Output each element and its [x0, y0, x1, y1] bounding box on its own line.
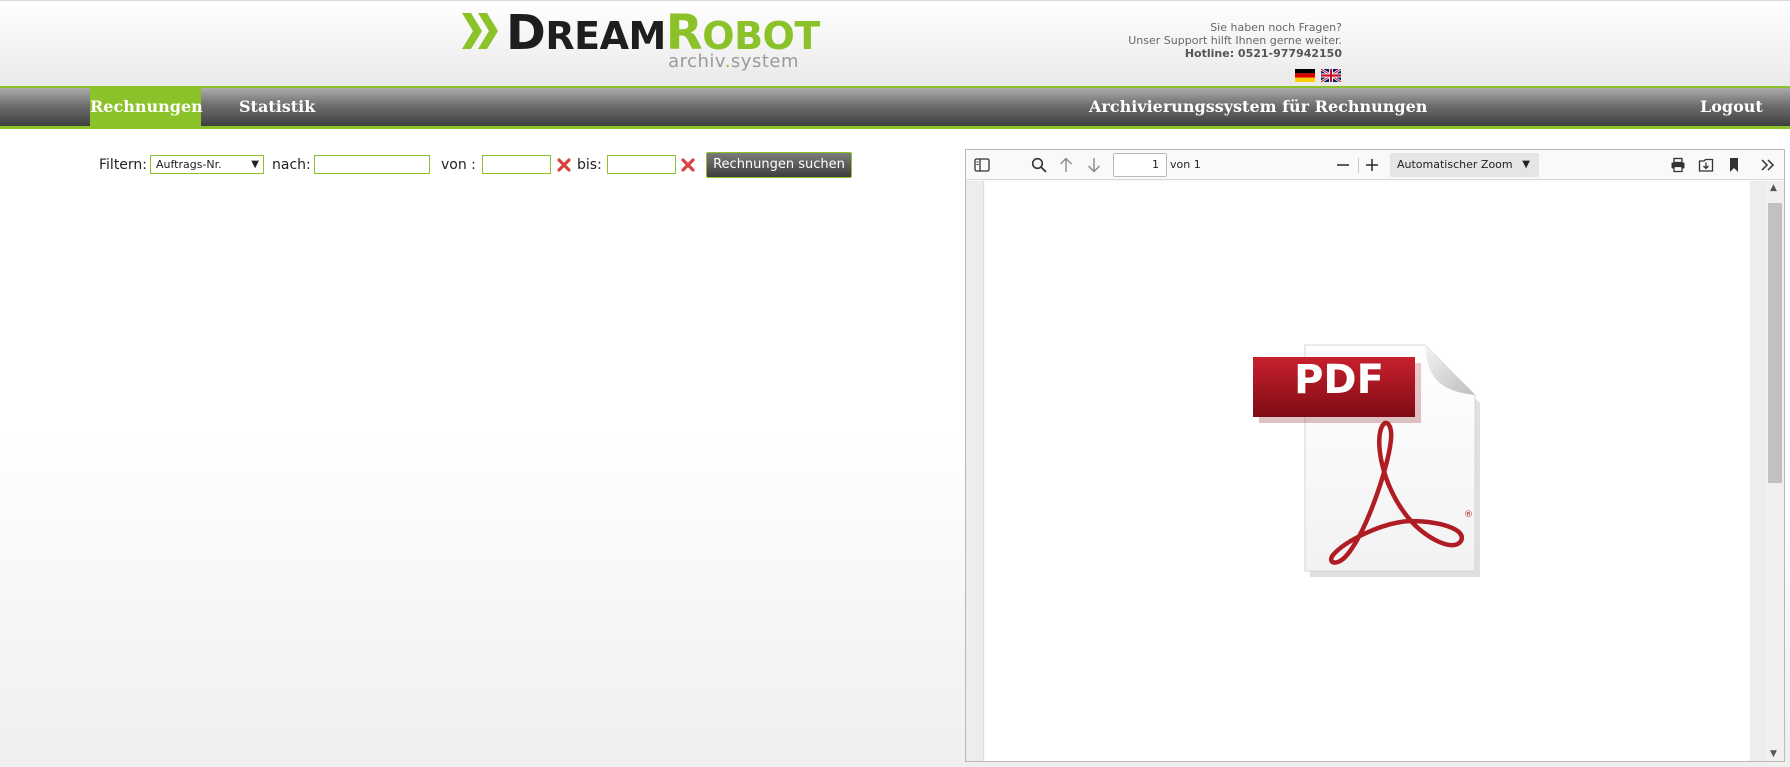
download-icon[interactable]: [1695, 154, 1717, 176]
chevron-down-icon: ▼: [1522, 159, 1530, 170]
print-icon[interactable]: [1667, 154, 1689, 176]
support-hotline: Hotline: 0521-977942150: [1184, 47, 1342, 60]
nav-item-statistik[interactable]: Statistik: [239, 88, 315, 126]
chevron-down-icon: ▼: [251, 159, 259, 170]
pdf-page: ® PDF: [985, 181, 1750, 761]
dreamrobot-logo[interactable]: DREAMROBOT archiv.system: [462, 9, 820, 75]
uk-flag-icon[interactable]: [1321, 69, 1341, 82]
clear-bis-icon[interactable]: [680, 157, 696, 173]
search-icon[interactable]: [1028, 154, 1050, 176]
von-label: von :: [441, 157, 476, 173]
filter-select[interactable]: Auftrags-Nr. ▼: [150, 155, 264, 174]
language-switcher: [1295, 69, 1341, 82]
nach-input[interactable]: [314, 155, 430, 174]
von-date-input[interactable]: [482, 155, 551, 174]
page-count: von 1: [1170, 158, 1201, 171]
support-help: Unser Support hilft Ihnen gerne weiter.: [1128, 34, 1342, 47]
scroll-up-icon[interactable]: ▲: [1770, 183, 1777, 193]
support-question: Sie haben noch Fragen?: [1210, 21, 1342, 34]
logo-subtitle: archiv.system: [668, 51, 799, 72]
nav-app-title: Archivierungssystem für Rechnungen: [1089, 97, 1428, 116]
zoom-select[interactable]: Automatischer Zoom ▼: [1390, 153, 1539, 177]
scrollbar-thumb[interactable]: [1768, 203, 1782, 483]
zoom-in-icon[interactable]: [1361, 154, 1383, 176]
next-page-icon[interactable]: [1083, 154, 1105, 176]
previous-page-icon[interactable]: [1055, 154, 1077, 176]
viewer-right-gutter: [1750, 181, 1766, 761]
scroll-down-icon[interactable]: ▼: [1770, 749, 1777, 759]
toolbar-separator: [1358, 158, 1359, 173]
zoom-select-value: Automatischer Zoom: [1397, 158, 1513, 171]
support-info: Sie haben noch Fragen? Unser Support hil…: [1128, 21, 1342, 60]
viewer-scrollbar[interactable]: ▲ ▼: [1766, 181, 1784, 761]
german-flag-icon[interactable]: [1295, 69, 1315, 82]
filter-select-value: Auftrags-Nr.: [156, 158, 222, 171]
header: DREAMROBOT archiv.system Sie haben noch …: [0, 0, 1790, 88]
pdf-toolbar: 1 von 1 Automatischer Zoom ▼: [966, 150, 1784, 180]
pdf-label: PDF: [1294, 357, 1384, 403]
filter-label: Filtern:: [99, 157, 148, 173]
more-tools-icon[interactable]: [1757, 154, 1779, 176]
zoom-out-icon[interactable]: [1332, 154, 1354, 176]
page-number-input[interactable]: 1: [1113, 153, 1167, 177]
search-invoices-button[interactable]: Rechnungen suchen: [706, 152, 852, 178]
nav-item-rechnungen[interactable]: Rechnungen: [90, 88, 203, 126]
clear-von-icon[interactable]: [556, 157, 572, 173]
main-navigation: Rechnungen Statistik Archivierungssystem…: [0, 86, 1790, 129]
bis-label: bis:: [577, 157, 602, 173]
chevron-logo-icon: [462, 13, 498, 49]
logout-link[interactable]: Logout: [1700, 88, 1763, 126]
viewer-left-gutter: [966, 181, 984, 761]
sidebar-toggle-icon[interactable]: [971, 154, 993, 176]
pdf-viewer: 1 von 1 Automatischer Zoom ▼ ® PDF ▲ ▼: [965, 149, 1785, 762]
bis-date-input[interactable]: [607, 155, 676, 174]
svg-text:®: ®: [1464, 510, 1473, 520]
pdf-file-icon: ® PDF: [1249, 335, 1481, 577]
nach-label: nach:: [272, 157, 311, 173]
bookmark-icon[interactable]: [1723, 154, 1745, 176]
